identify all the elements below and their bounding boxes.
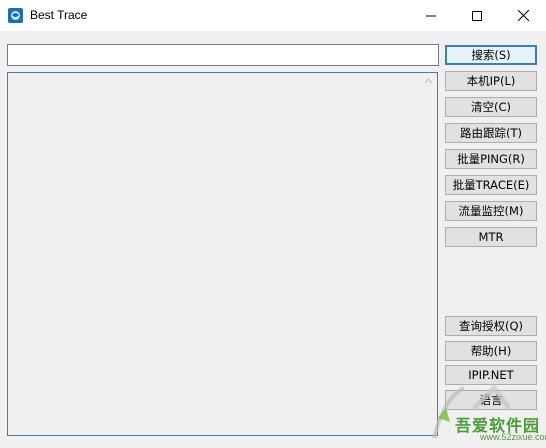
clear-button[interactable]: 清空(C) bbox=[445, 97, 537, 117]
scroll-up-arrow-icon[interactable] bbox=[424, 77, 433, 85]
maximize-icon bbox=[472, 10, 482, 21]
batch-trace-button[interactable]: 批量TRACE(E) bbox=[445, 175, 537, 195]
help-button[interactable]: 帮助(H) bbox=[445, 341, 537, 361]
route-trace-button[interactable]: 路由跟踪(T) bbox=[445, 123, 537, 143]
maximize-button[interactable] bbox=[454, 0, 500, 31]
local-ip-button[interactable]: 本机IP(L) bbox=[445, 71, 537, 91]
title-bar: Best Trace bbox=[0, 0, 546, 31]
mtr-button[interactable]: MTR bbox=[445, 227, 537, 247]
trace-output-area[interactable] bbox=[7, 72, 438, 436]
search-button[interactable]: 搜索(S) bbox=[445, 45, 537, 65]
watermark-url: www.52zixue.com bbox=[480, 432, 546, 442]
minimize-button[interactable] bbox=[408, 0, 454, 31]
traffic-monitor-button[interactable]: 流量监控(M) bbox=[445, 201, 537, 221]
app-icon bbox=[8, 8, 23, 23]
minimize-icon bbox=[426, 15, 436, 16]
close-button[interactable] bbox=[500, 0, 546, 31]
vertical-scrollbar[interactable] bbox=[420, 73, 437, 435]
batch-ping-button[interactable]: 批量PING(R) bbox=[445, 149, 537, 169]
close-icon bbox=[517, 10, 529, 21]
window-title: Best Trace bbox=[30, 8, 88, 22]
ipip-button[interactable]: IPIP.NET bbox=[445, 365, 537, 385]
query-license-button[interactable]: 查询授权(Q) bbox=[445, 316, 537, 336]
search-input[interactable] bbox=[7, 44, 439, 66]
language-button[interactable]: 语言 bbox=[445, 390, 537, 410]
